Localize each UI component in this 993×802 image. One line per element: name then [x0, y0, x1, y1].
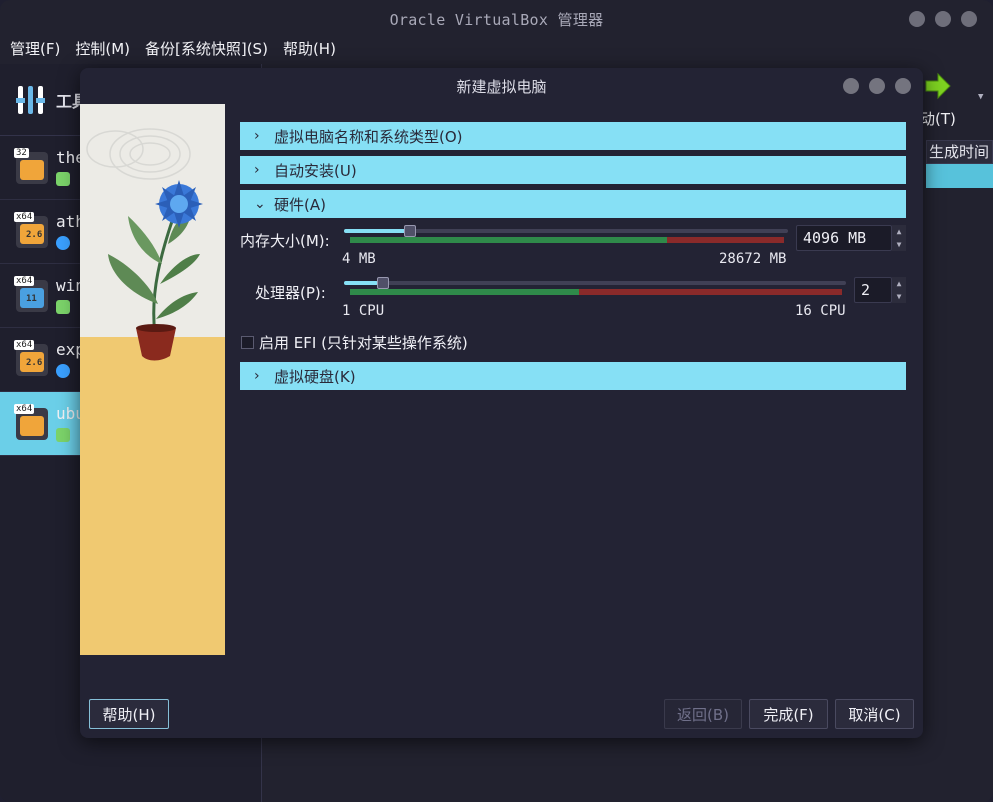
arrow-down-icon: ▼ [896, 292, 902, 301]
window-controls [909, 11, 977, 27]
section-label: 虚拟硬盘(K) [274, 367, 356, 386]
dialog-footer: 帮助(H) 返回(B) 完成(F) 取消(C) [80, 655, 923, 738]
running-icon [56, 300, 70, 314]
cpu-slider-fill [344, 281, 378, 285]
cpu-label: 处理器(P): [255, 284, 326, 302]
menu-help[interactable]: 帮助(H) [283, 38, 336, 64]
maximize-button[interactable] [935, 11, 951, 27]
memory-spin-buttons[interactable]: ▲ ▼ [892, 225, 906, 251]
arrow-down-icon: ▼ [896, 240, 902, 249]
dialog-close-button[interactable] [895, 78, 911, 94]
table-cell-selected [926, 164, 993, 188]
flower-illustration [86, 128, 203, 361]
dropdown-arrow-icon[interactable]: ▼ [978, 92, 983, 102]
column-header-created[interactable]: 生成时间 [926, 140, 993, 164]
vm-toolbar-area: ▼ 动(T) 生成时间 [920, 64, 993, 802]
main-title: Oracle VirtualBox 管理器 [389, 10, 604, 29]
arrow-up-icon: ▲ [896, 227, 902, 236]
memory-input[interactable]: 4096 MB [796, 225, 892, 251]
new-vm-dialog: 新建虚拟电脑 › 虚拟电脑名称和系统类型(O) › 自动安装(U) ⌄ 硬件(A… [80, 68, 923, 738]
power-icon [56, 236, 70, 250]
running-icon [56, 428, 70, 442]
section-label: 硬件(A) [274, 195, 326, 214]
dialog-title: 新建虚拟电脑 [456, 77, 547, 96]
start-arrow-icon[interactable] [924, 72, 952, 100]
cpu-min-label: 1 CPU [342, 303, 385, 319]
section-hardware[interactable]: ⌄ 硬件(A) [240, 190, 906, 218]
tools-icon [16, 85, 45, 114]
cpu-input[interactable]: 2 [854, 277, 892, 303]
power-icon [56, 364, 70, 378]
memory-scale-bar [350, 237, 784, 243]
cancel-button[interactable]: 取消(C) [835, 699, 914, 729]
efi-label[interactable]: 启用 EFI (只针对某些操作系统) [259, 332, 468, 353]
dialog-window-controls [843, 78, 911, 94]
section-disk[interactable]: › 虚拟硬盘(K) [240, 362, 906, 390]
efi-checkbox[interactable] [241, 336, 254, 349]
section-label: 虚拟电脑名称和系统类型(O) [274, 127, 463, 146]
cpu-scale-bar [350, 289, 842, 295]
dialog-minimize-button[interactable] [843, 78, 859, 94]
minimize-button[interactable] [909, 11, 925, 27]
menu-snapshot[interactable]: 备份[系统快照](S) [145, 38, 268, 64]
cpu-slider-handle[interactable] [377, 277, 389, 289]
chevron-down-icon: ⌄ [254, 196, 266, 212]
back-button[interactable]: 返回(B) [664, 699, 742, 729]
start-button-label[interactable]: 动(T) [920, 108, 956, 129]
chevron-right-icon: › [254, 162, 260, 178]
section-name-os[interactable]: › 虚拟电脑名称和系统类型(O) [240, 122, 906, 150]
cpu-spin-buttons[interactable]: ▲ ▼ [892, 277, 906, 303]
menu-control[interactable]: 控制(M) [75, 38, 130, 64]
finish-button[interactable]: 完成(F) [749, 699, 828, 729]
os-icon: x64 11 [14, 275, 48, 312]
memory-label: 内存大小(M): [240, 232, 330, 250]
memory-slider-handle[interactable] [404, 225, 416, 237]
arrow-up-icon: ▲ [896, 279, 902, 288]
memory-slider-fill [344, 229, 407, 233]
cpu-slider-track[interactable] [344, 281, 846, 285]
section-label: 自动安装(U) [274, 161, 357, 180]
menu-manage[interactable]: 管理(F) [10, 38, 60, 64]
running-icon [56, 172, 70, 186]
chevron-right-icon: › [254, 128, 260, 144]
os-icon: x64 2.6 [14, 211, 48, 248]
os-icon: x64 2.6 [14, 339, 48, 376]
section-auto-install[interactable]: › 自动安装(U) [240, 156, 906, 184]
cpu-max-label: 16 CPU [795, 303, 846, 319]
close-button[interactable] [961, 11, 977, 27]
memory-max-label: 28672 MB [719, 251, 787, 267]
os-icon: 32 [14, 147, 48, 184]
os-icon: x64 [14, 403, 48, 440]
menubar: 管理(F) 控制(M) 备份[系统快照](S) 帮助(H) [0, 38, 336, 64]
dialog-maximize-button[interactable] [869, 78, 885, 94]
wizard-illustration [80, 104, 225, 655]
chevron-right-icon: › [254, 368, 260, 384]
help-button[interactable]: 帮助(H) [89, 699, 169, 729]
memory-min-label: 4 MB [342, 251, 376, 267]
